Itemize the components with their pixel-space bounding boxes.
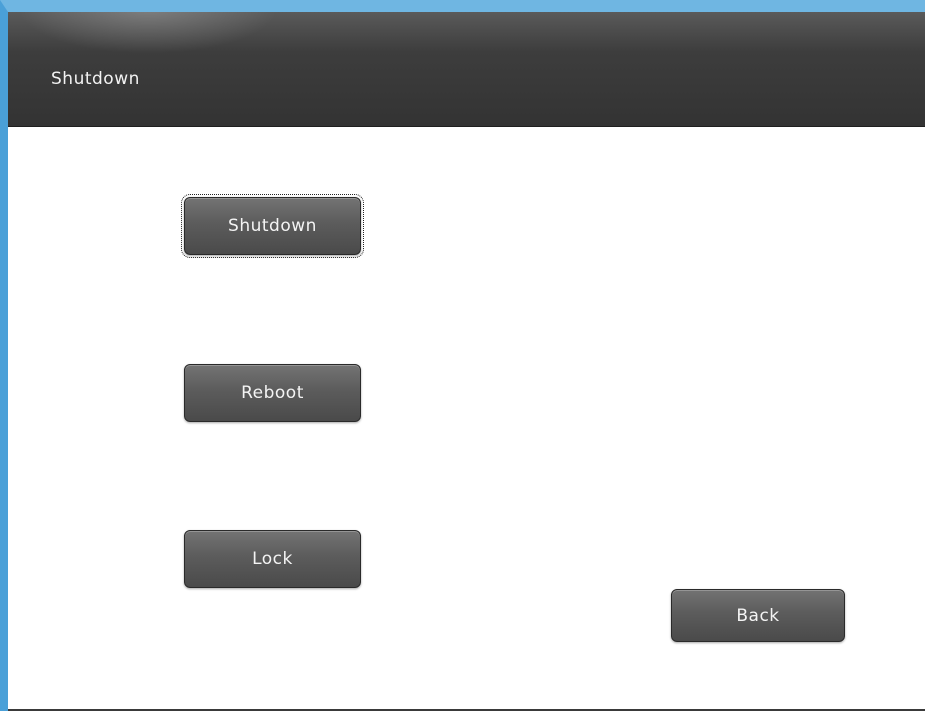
- shutdown-window: Shutdown Shutdown Reboot Lock Back: [0, 0, 925, 711]
- page-title: Shutdown: [51, 69, 140, 89]
- shutdown-button[interactable]: Shutdown: [181, 194, 364, 258]
- title-bar: Shutdown: [8, 12, 925, 127]
- content-area: Shutdown Reboot Lock Back: [8, 127, 925, 711]
- back-button[interactable]: Back: [671, 589, 845, 642]
- title-bar-gloss: [18, 12, 278, 54]
- reboot-button[interactable]: Reboot: [184, 364, 361, 422]
- lock-button[interactable]: Lock: [184, 530, 361, 588]
